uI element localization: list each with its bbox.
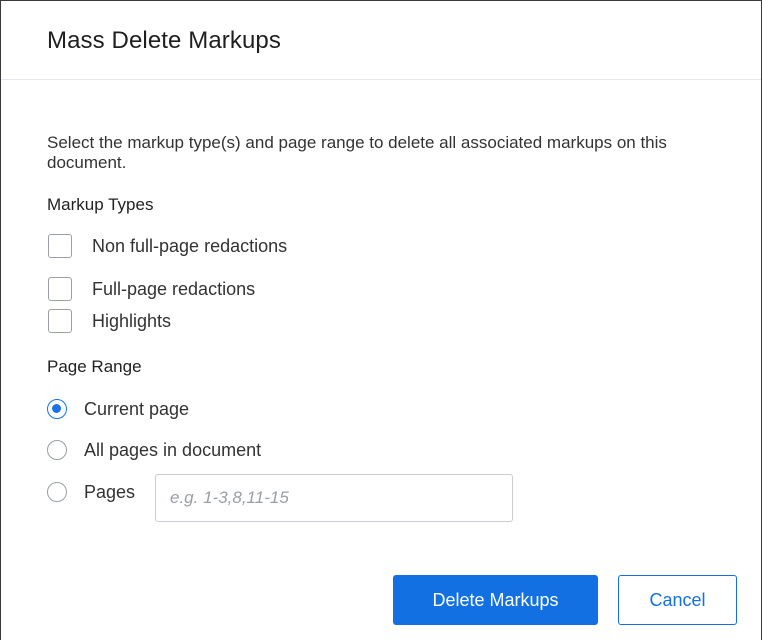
checkbox-row-highlights[interactable]: Highlights — [48, 308, 171, 334]
all-pages-radio[interactable] — [47, 440, 67, 460]
delete-markups-button[interactable]: Delete Markups — [393, 575, 598, 625]
checkbox-row-full-page-redactions[interactable]: Full-page redactions — [48, 276, 255, 302]
dialog-header: Mass Delete Markups — [1, 1, 761, 80]
radio-row-current-page[interactable]: Current page — [47, 397, 189, 421]
non-full-page-redactions-checkbox[interactable] — [48, 234, 72, 258]
dialog-description: Select the markup type(s) and page range… — [47, 133, 667, 172]
pages-radio[interactable] — [47, 482, 67, 502]
highlights-label: Highlights — [92, 310, 172, 331]
current-page-label: Current page — [84, 398, 190, 419]
full-page-redactions-checkbox[interactable] — [48, 277, 72, 301]
non-full-page-redactions-label: Non full-page redactions — [92, 235, 288, 256]
pages-label: Pages — [84, 481, 136, 502]
cancel-button[interactable]: Cancel — [618, 575, 737, 625]
radio-row-pages[interactable]: Pages — [47, 480, 135, 504]
markup-types-heading: Markup Types — [47, 195, 154, 214]
pages-range-input[interactable] — [155, 474, 513, 522]
radio-row-all-pages[interactable]: All pages in document — [47, 438, 261, 462]
full-page-redactions-label: Full-page redactions — [92, 278, 256, 299]
page-range-heading: Page Range — [47, 357, 142, 376]
current-page-radio[interactable] — [47, 399, 67, 419]
highlights-checkbox[interactable] — [48, 309, 72, 333]
dialog-title: Mass Delete Markups — [47, 27, 281, 54]
checkbox-row-non-full-page-redactions[interactable]: Non full-page redactions — [48, 233, 287, 259]
mass-delete-markups-dialog: Mass Delete Markups Select the markup ty… — [0, 0, 762, 640]
all-pages-label: All pages in document — [84, 439, 262, 460]
